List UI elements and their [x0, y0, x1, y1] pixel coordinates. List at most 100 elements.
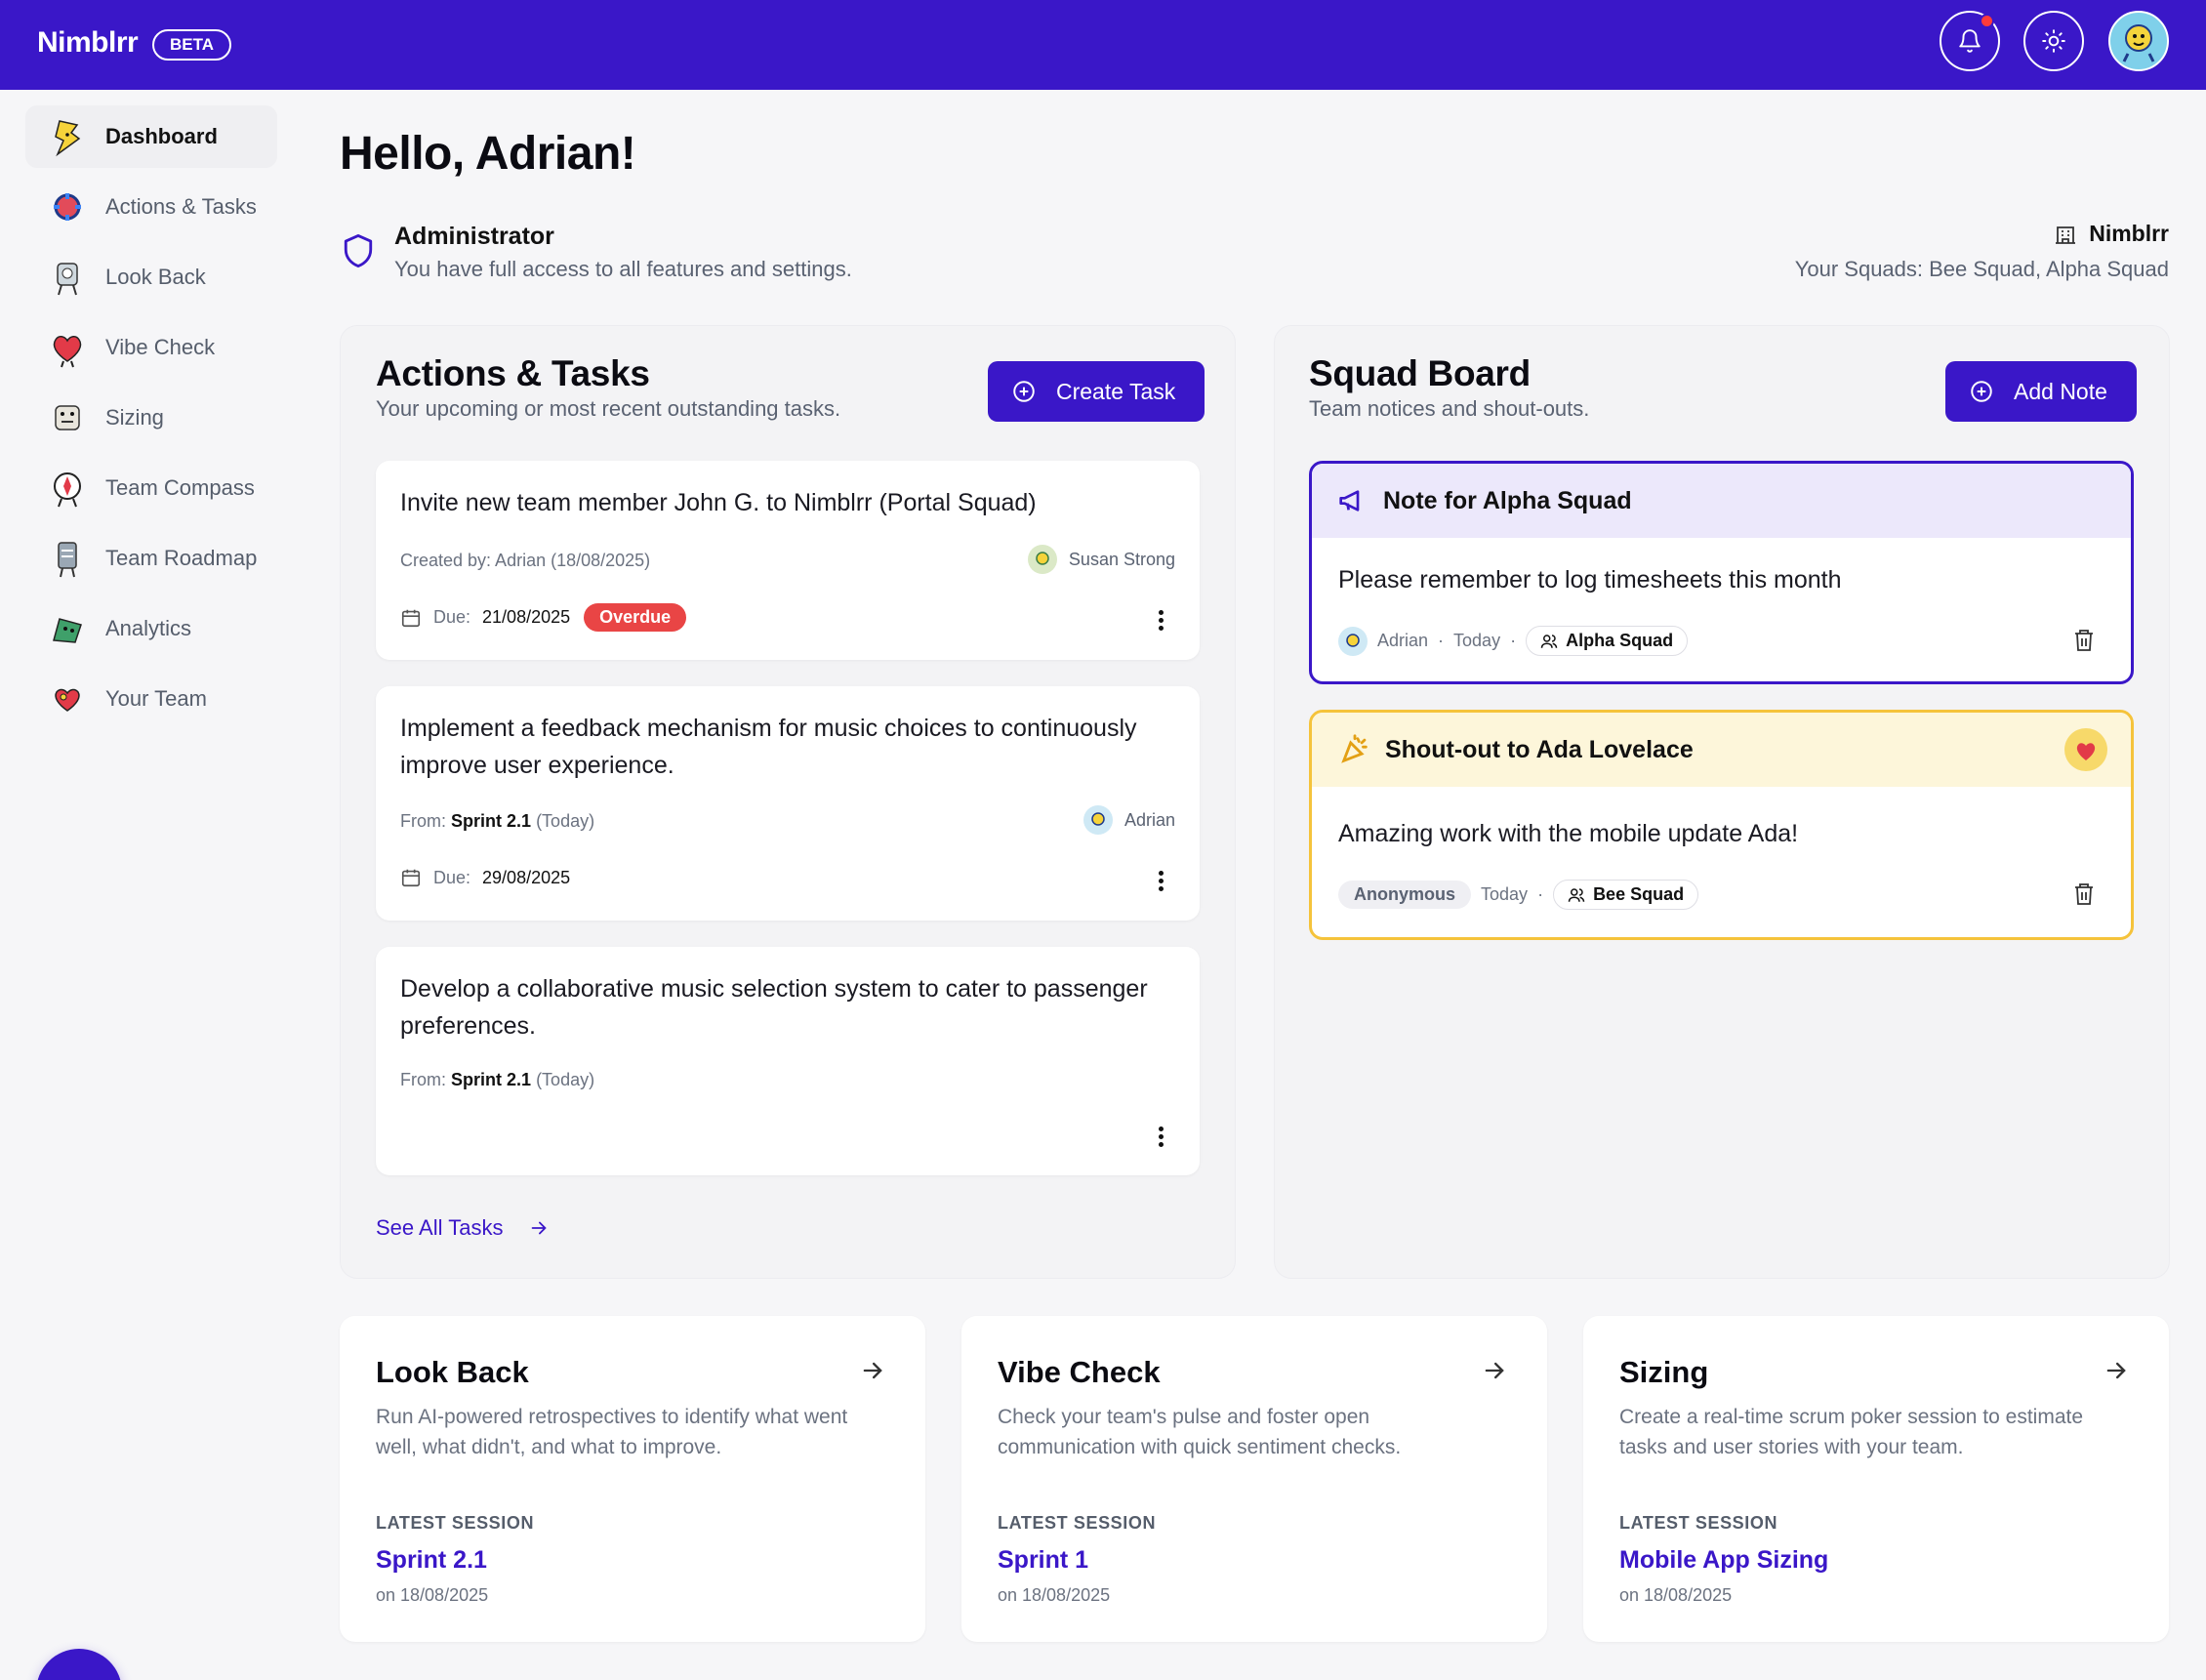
sidebar-item-label: Vibe Check: [105, 335, 216, 359]
tasks-panel-title: Actions & Tasks: [376, 353, 650, 393]
arrow-right-icon[interactable]: [859, 1357, 886, 1384]
sidebar-item-label: Analytics: [105, 616, 192, 640]
sizing-card[interactable]: Sizing Create a real-time scrum poker se…: [1583, 1316, 2169, 1642]
task-assignee: Susan Strong: [1027, 545, 1175, 574]
see-all-tasks-link[interactable]: See All Tasks: [376, 1215, 550, 1241]
squad-chip: Alpha Squad: [1526, 626, 1689, 656]
dashboard-mascot-icon: [41, 110, 94, 163]
separator-dot: ·: [1537, 884, 1544, 904]
add-note-button[interactable]: Add Note: [1945, 361, 2137, 422]
task-menu-button[interactable]: [1159, 871, 1164, 891]
sidebar-item-label: Look Back: [105, 265, 206, 289]
sidebar-item-analytics[interactable]: Analytics: [25, 597, 277, 660]
tasks-panel-subtitle: Your upcoming or most recent outstanding…: [376, 396, 841, 421]
sidebar-item-sizing[interactable]: Sizing: [25, 387, 277, 449]
sidebar-item-label: Sizing: [105, 405, 164, 430]
plus-circle-icon: [1971, 381, 1992, 402]
shield-icon: [344, 234, 373, 268]
feature-title: Vibe Check: [998, 1355, 1161, 1389]
latest-session-date: on 18/08/2025: [376, 1585, 489, 1605]
arrow-right-icon: [532, 1221, 548, 1235]
user-avatar[interactable]: [2108, 11, 2169, 71]
note-title: Note for Alpha Squad: [1383, 486, 1632, 514]
squad-chip: Bee Squad: [1553, 880, 1699, 910]
building-icon: [2056, 225, 2076, 244]
trash-icon[interactable]: [2072, 628, 2096, 653]
vibecheck-mascot-icon: [41, 321, 94, 374]
sidebar-item-look-back[interactable]: Look Back: [25, 246, 277, 308]
note-time: Today: [1481, 884, 1529, 904]
sun-icon: [2042, 29, 2065, 53]
task-menu-button[interactable]: [1159, 1127, 1164, 1147]
task-meta: From: Sprint 2.1 (Today): [400, 811, 594, 832]
task-due: Due: 29/08/2025: [400, 867, 570, 888]
sidebar-item-dashboard[interactable]: Dashboard: [25, 105, 277, 168]
org-name-label: Nimblrr: [2089, 221, 2169, 246]
top-bar: Nimblrr BETA: [0, 0, 2206, 90]
calendar-icon: [401, 869, 421, 887]
brand-logo[interactable]: Nimblrr: [37, 26, 139, 60]
squad-board-title: Squad Board: [1309, 353, 1531, 393]
role-description: You have full access to all features and…: [394, 257, 852, 281]
task-card[interactable]: Develop a collaborative music selection …: [376, 947, 1200, 1175]
separator-dot: ·: [1438, 631, 1445, 650]
feature-title: Look Back: [376, 1355, 529, 1389]
party-popper-icon: [1341, 734, 1368, 763]
sizing-mascot-icon: [41, 391, 94, 444]
task-menu-button[interactable]: [1159, 610, 1164, 631]
lookback-mascot-icon: [41, 251, 94, 304]
page-title: Hello, Adrian!: [340, 128, 636, 180]
org-squads: Your Squads: Bee Squad, Alpha Squad: [1794, 257, 2169, 281]
roadmap-mascot-icon: [41, 532, 94, 585]
note-footer: Anonymous Today · Bee Squad: [1338, 880, 1699, 910]
add-note-label: Add Note: [2014, 378, 2107, 404]
sidebar-item-team-roadmap[interactable]: Team Roadmap: [25, 527, 277, 590]
latest-session-link[interactable]: Mobile App Sizing: [1619, 1546, 1828, 1575]
meta-when: (Today): [536, 811, 595, 831]
note-header: Note for Alpha Squad: [1312, 464, 2131, 538]
bell-icon: [1959, 29, 1981, 53]
look-back-card[interactable]: Look Back Run AI-powered retrospectives …: [340, 1316, 925, 1642]
notifications-button[interactable]: [1940, 11, 2000, 71]
beta-badge: BETA: [152, 29, 232, 61]
assignee-name: Susan Strong: [1068, 549, 1175, 569]
task-card[interactable]: Implement a feedback mechanism for music…: [376, 686, 1200, 921]
due-label: Due:: [433, 867, 471, 887]
note-footer: Adrian · Today · Alpha Squad: [1338, 626, 1689, 656]
assignee-avatar-icon: [1027, 545, 1057, 574]
sidebar-item-your-team[interactable]: Your Team: [25, 668, 277, 730]
arrow-right-icon[interactable]: [2103, 1357, 2130, 1384]
assignee-name: Adrian: [1123, 809, 1175, 830]
org-name: Nimblrr: [2054, 221, 2169, 247]
author-avatar-icon: [1338, 626, 1368, 656]
recipient-avatar-icon: [2064, 728, 2107, 771]
feedback-button[interactable]: [36, 1649, 122, 1680]
feature-title: Sizing: [1619, 1355, 1709, 1389]
create-task-button[interactable]: Create Task: [988, 361, 1205, 422]
latest-session-label: LATEST SESSION: [998, 1513, 1157, 1533]
sidebar-item-actions-tasks[interactable]: Actions & Tasks: [25, 176, 277, 238]
assignee-avatar-icon: [1083, 805, 1113, 835]
meta-sprint: Sprint 2.1: [451, 1070, 532, 1089]
due-date: 21/08/2025: [482, 607, 571, 627]
squad-chip-label: Bee Squad: [1593, 884, 1685, 904]
actions-mascot-icon: [41, 181, 94, 233]
squad-note[interactable]: Note for Alpha Squad Please remember to …: [1309, 461, 2134, 684]
users-icon: [1540, 634, 1558, 648]
shout-out-note[interactable]: Shout-out to Ada Lovelace Amazing work w…: [1309, 710, 2134, 940]
task-title: Implement a feedback mechanism for music…: [400, 715, 1137, 779]
users-icon: [1568, 887, 1585, 902]
latest-session-link[interactable]: Sprint 2.1: [376, 1546, 487, 1575]
trash-icon[interactable]: [2072, 881, 2096, 907]
sidebar-item-team-compass[interactable]: Team Compass: [25, 457, 277, 519]
see-all-label: See All Tasks: [376, 1215, 504, 1240]
squad-chip-label: Alpha Squad: [1566, 631, 1674, 650]
task-card[interactable]: Invite new team member John G. to Nimblr…: [376, 461, 1200, 660]
theme-toggle-button[interactable]: [2023, 11, 2084, 71]
task-meta: From: Sprint 2.1 (Today): [400, 1070, 594, 1090]
arrow-right-icon[interactable]: [1481, 1357, 1508, 1384]
vibe-check-card[interactable]: Vibe Check Check your team's pulse and f…: [961, 1316, 1547, 1642]
sidebar-item-vibe-check[interactable]: Vibe Check: [25, 316, 277, 379]
task-title: Invite new team member John G. to Nimblr…: [400, 489, 1037, 516]
latest-session-link[interactable]: Sprint 1: [998, 1546, 1088, 1575]
